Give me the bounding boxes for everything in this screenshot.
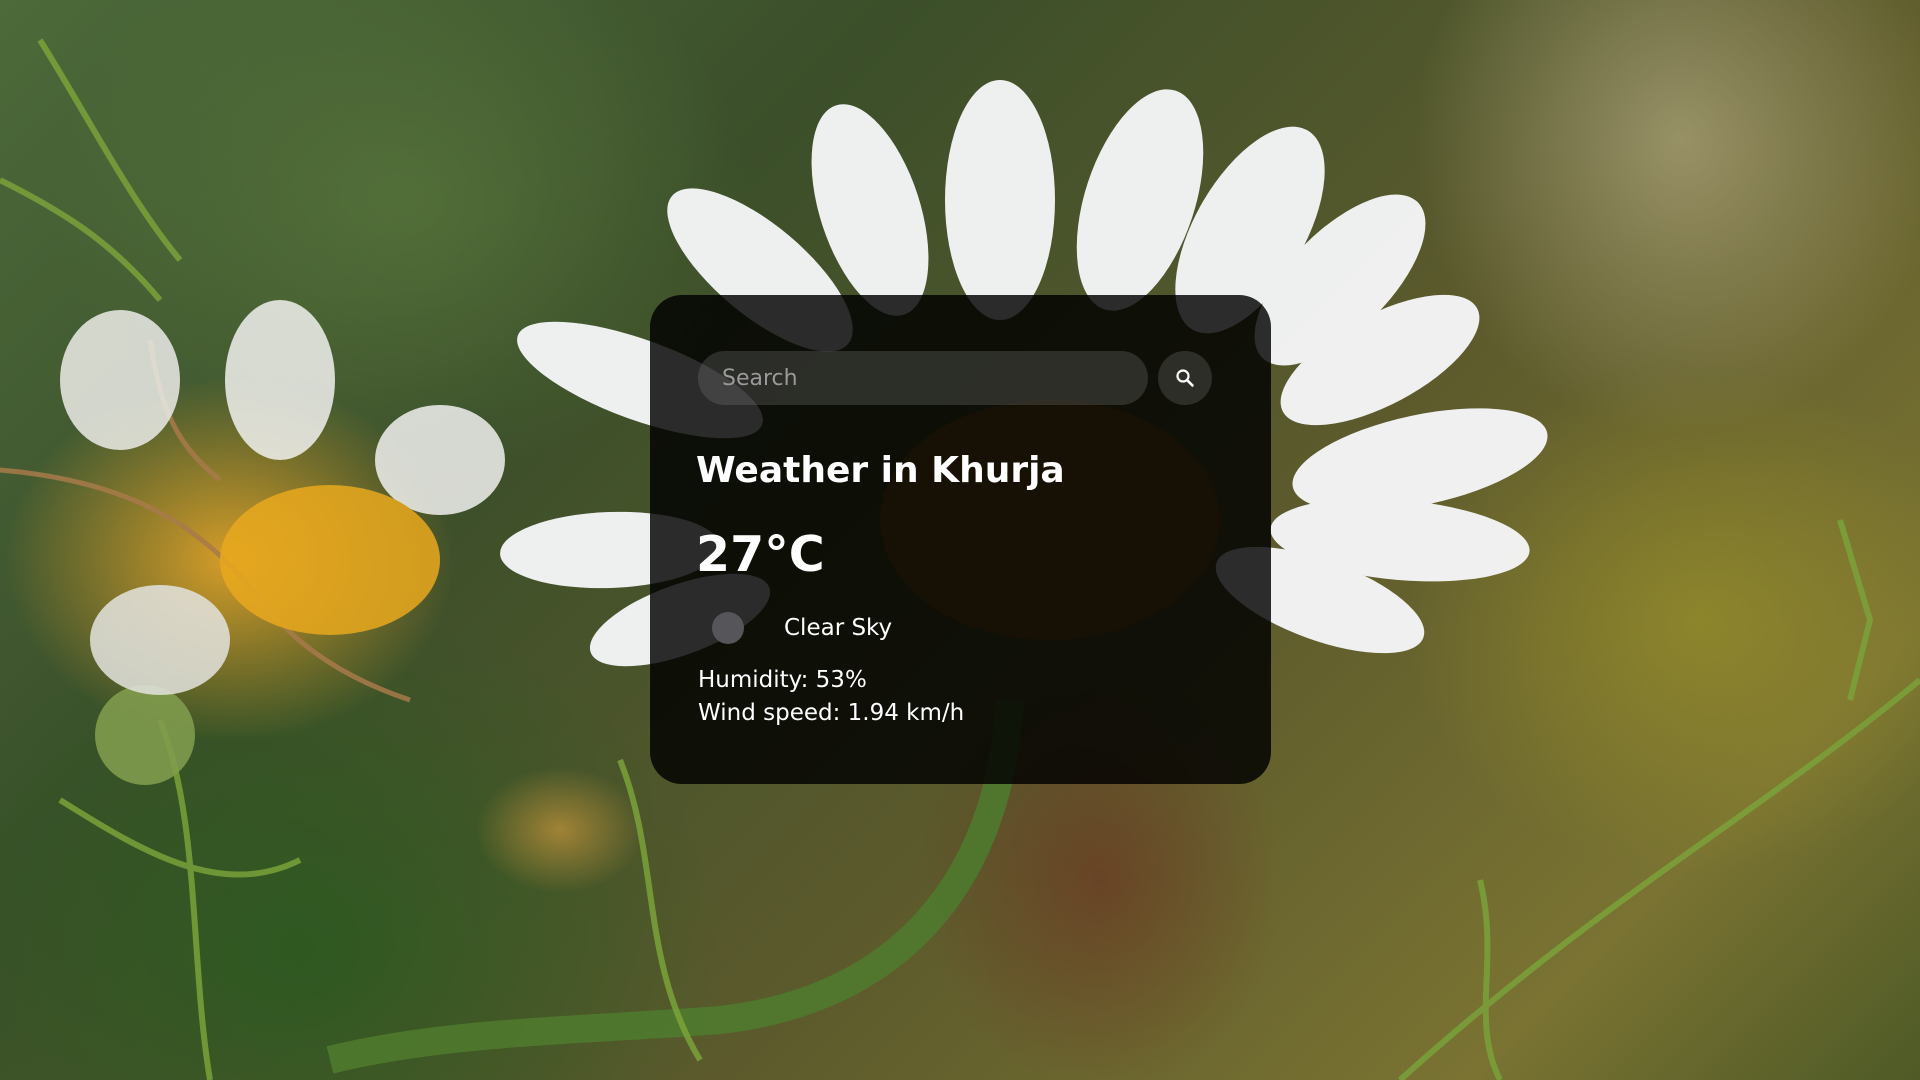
search-icon xyxy=(1175,368,1195,388)
wind-speed: Wind speed: 1.94 km/h xyxy=(698,700,965,727)
weather-description-row: Clear Sky xyxy=(712,612,1223,645)
search-bar xyxy=(698,351,1223,405)
search-input[interactable] xyxy=(698,351,1148,405)
humidity: Humidity: 53% xyxy=(698,667,867,694)
search-button[interactable] xyxy=(1158,351,1212,405)
clear-sky-icon xyxy=(712,612,744,645)
weather-description: Clear Sky xyxy=(784,615,893,642)
weather-card: Weather in Khurja 27°C Clear Sky Humidit… xyxy=(650,295,1271,784)
city-title: Weather in Khurja xyxy=(696,450,1065,491)
temperature: 27°C xyxy=(696,526,825,584)
